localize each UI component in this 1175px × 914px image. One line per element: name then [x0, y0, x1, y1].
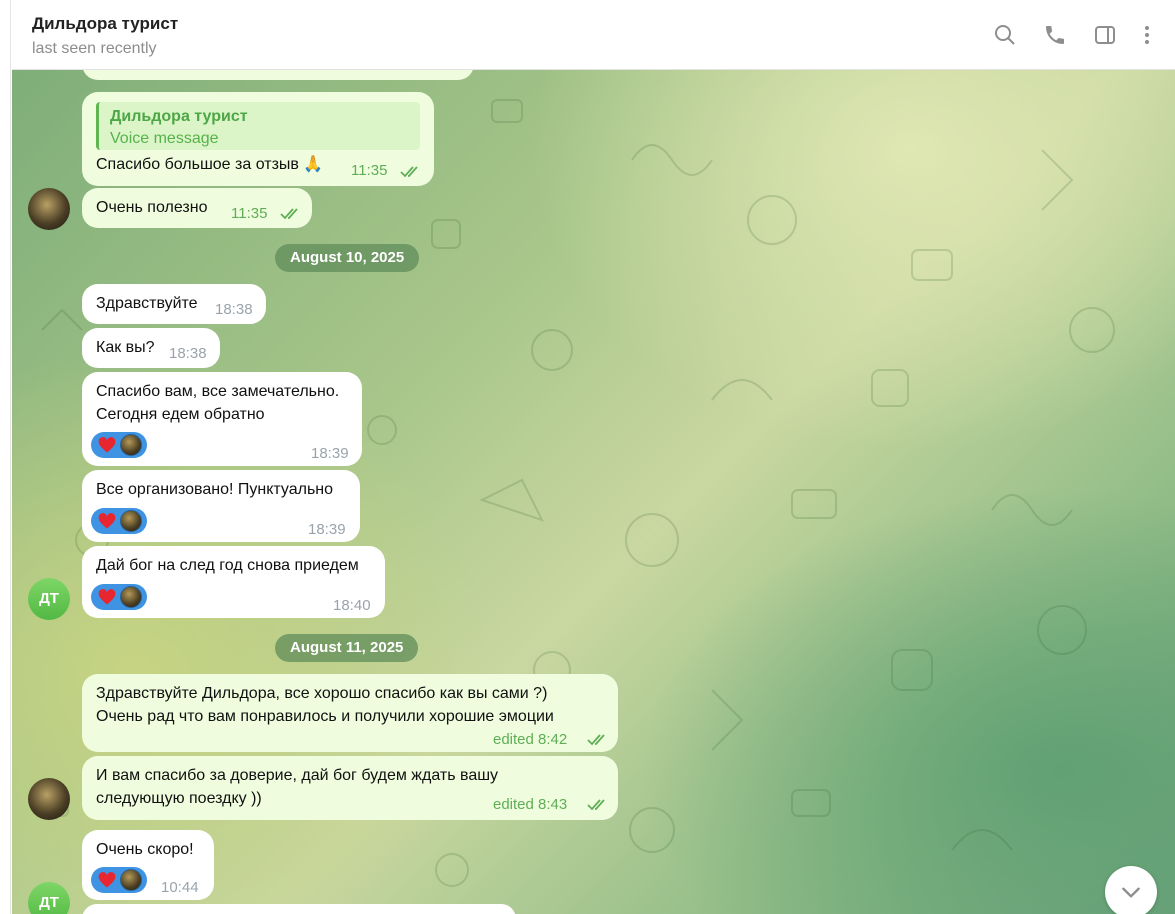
message-text-line2: Сегодня едем обратно [96, 406, 265, 423]
read-ticks-icon [587, 734, 605, 746]
heart-icon [98, 513, 116, 529]
reaction-avatar [120, 510, 142, 532]
date-separator: August 10, 2025 [275, 244, 420, 272]
chevron-down-icon [1122, 887, 1140, 898]
reply-text: Voice message [110, 130, 219, 147]
phone-icon[interactable] [1042, 22, 1068, 48]
message-bubble[interactable]: Дильдора турист Voice message Спасибо бо… [82, 92, 434, 186]
message-text: Дай бог на след год снова приедем [96, 557, 359, 574]
reaction-chip[interactable] [91, 584, 147, 610]
message-time: 18:39 [311, 445, 349, 462]
reaction-avatar [120, 869, 142, 891]
message-time: 18:38 [215, 301, 253, 318]
reaction-avatar [120, 434, 142, 456]
message-text: И вам спасибо за доверие, дай бог будем … [96, 767, 499, 784]
message-text: Очень полезно [96, 199, 208, 216]
message-text: Здравствуйте Дильдора, все хорошо спасиб… [96, 685, 548, 702]
message-bubble[interactable]: Здравствуйте 18:38 [82, 284, 266, 324]
message-bubble[interactable]: Дай бог на след год снова приедем 18:40 [82, 546, 385, 618]
reaction-chip[interactable] [91, 432, 147, 458]
message-bubble-partial[interactable] [82, 904, 516, 914]
chat-area[interactable]: Дильдора турист Voice message Спасибо бо… [12, 70, 1175, 914]
message-time: 18:38 [169, 345, 207, 362]
more-vertical-icon[interactable] [1134, 22, 1160, 48]
contact-avatar-initials[interactable]: ДТ [28, 578, 70, 620]
message-bubble-partial[interactable] [82, 70, 474, 80]
message-text-line2: следующую поездку )) [96, 790, 262, 807]
chat-status: last seen recently [32, 40, 157, 57]
reaction-chip[interactable] [91, 508, 147, 534]
message-text: Очень скоро! [96, 841, 194, 858]
chat-header: Дильдора турист last seen recently [12, 0, 1175, 70]
reply-preview[interactable]: Дильдора турист Voice message [96, 102, 420, 150]
message-text: Здравствуйте [96, 295, 198, 312]
search-icon[interactable] [992, 22, 1018, 48]
message-time: 18:40 [333, 597, 371, 614]
heart-icon [98, 437, 116, 453]
message-text: Все организовано! Пунктуально [96, 481, 334, 498]
message-bubble[interactable]: И вам спасибо за доверие, дай бог будем … [82, 756, 618, 820]
message-bubble[interactable]: Как вы? 18:38 [82, 328, 220, 368]
sidebar-toggle-icon[interactable] [1092, 22, 1118, 48]
chat-title[interactable]: Дильдора турист [32, 14, 178, 34]
message-text: Спасибо большое за отзыв 🙏 [96, 156, 324, 173]
read-ticks-icon [587, 799, 605, 811]
message-time: 11:35 [231, 205, 268, 222]
heart-icon [98, 589, 116, 605]
message-time: 10:44 [161, 879, 199, 896]
message-bubble[interactable]: Здравствуйте Дильдора, все хорошо спасиб… [82, 674, 618, 752]
message-bubble[interactable]: Очень полезно 11:35 [82, 188, 312, 228]
message-text: Спасибо вам, все замечательно. [96, 383, 340, 400]
contact-avatar[interactable] [28, 778, 70, 820]
message-bubble[interactable]: Спасибо вам, все замечательно. Сегодня е… [82, 372, 362, 466]
reaction-avatar [120, 586, 142, 608]
reply-sender: Дильдора турист [110, 108, 248, 125]
reaction-chip[interactable] [91, 867, 147, 893]
message-bubble[interactable]: Все организовано! Пунктуально 18:39 [82, 470, 360, 542]
message-text-line2: Очень рад что вам понравилось и получили… [96, 708, 554, 725]
message-time: 18:39 [308, 521, 346, 538]
read-ticks-icon [400, 166, 418, 178]
message-time: edited 8:42 [493, 731, 568, 748]
contact-avatar[interactable] [28, 188, 70, 230]
scroll-to-bottom-button[interactable] [1105, 866, 1157, 914]
heart-icon [98, 872, 116, 888]
read-ticks-icon [280, 208, 298, 220]
window-left-edge [0, 0, 11, 914]
message-text: Как вы? [96, 339, 155, 356]
message-bubble[interactable]: Очень скоро! 10:44 [82, 830, 214, 900]
message-time: edited 8:43 [493, 796, 568, 813]
date-separator: August 11, 2025 [275, 634, 419, 662]
message-time: 11:35 [351, 162, 388, 179]
